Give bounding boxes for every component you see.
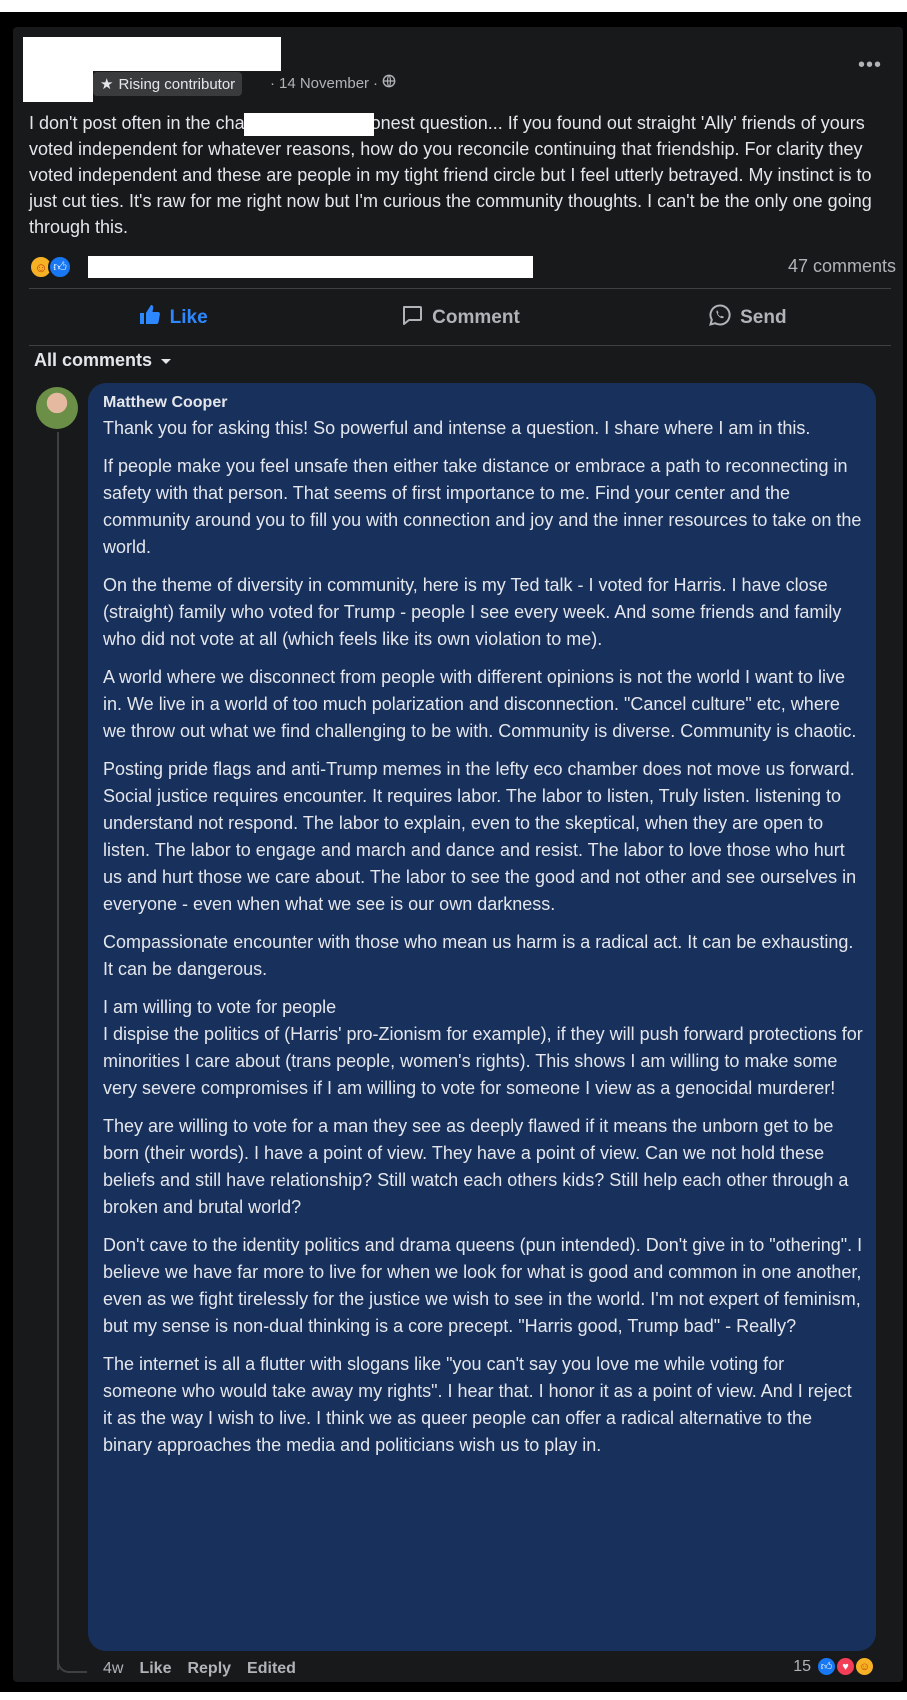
divider <box>29 288 891 289</box>
post-action-bar: Like Comment Send <box>29 298 891 338</box>
redacted-reactors <box>88 256 533 278</box>
comment-button[interactable]: Comment <box>316 298 603 338</box>
like-label: Like <box>169 307 208 328</box>
more-options-icon[interactable]: ••• <box>858 54 882 77</box>
all-comments-filter[interactable]: All comments <box>34 350 172 371</box>
send-button[interactable]: Send <box>604 298 891 338</box>
rising-contributor-badge[interactable]: ★ Rising contributor <box>93 72 243 96</box>
comment-paragraph: Thank you for asking this! So powerful a… <box>103 418 811 438</box>
care-reaction-icon: ☺ <box>854 1656 875 1677</box>
comment-paragraph: A world where we disconnect from people … <box>103 667 857 741</box>
heart-reaction-icon: ♥ <box>835 1656 856 1677</box>
comment-reaction-count: 15 <box>793 1657 811 1675</box>
send-label: Send <box>740 307 787 328</box>
comment-footer: 4w Like Reply Edited <box>103 1660 296 1678</box>
filter-label: All comments <box>34 350 153 370</box>
globe-icon <box>382 74 396 92</box>
redacted-group-name <box>244 113 374 136</box>
comment-body: Thank you for asking this! So powerful a… <box>103 415 863 1470</box>
comment-author[interactable]: Matthew Cooper <box>103 394 227 412</box>
redacted-author-avatar <box>23 70 93 102</box>
redacted-author-name <box>23 37 281 71</box>
comment-timestamp[interactable]: 4w <box>103 1660 123 1678</box>
like-reaction-icon: 👍︎ <box>816 1656 837 1677</box>
comment-paragraph: They are willing to vote for a man they … <box>103 1116 849 1217</box>
comment-bubble-icon <box>400 303 424 333</box>
avatar[interactable] <box>36 387 78 429</box>
post-reactions[interactable]: ☺ 👍︎ <box>29 255 72 279</box>
comment-paragraph: Don't cave to the identity politics and … <box>103 1235 863 1336</box>
badge-label: Rising contributor <box>118 75 236 93</box>
post-body: I don't post often in the chat but this … <box>29 113 872 237</box>
thumbs-up-icon <box>138 303 162 333</box>
comment-like-button[interactable]: Like <box>139 1660 171 1678</box>
divider <box>29 345 891 346</box>
post-date[interactable]: 14 November <box>279 75 369 92</box>
comment-reply-button[interactable]: Reply <box>187 1660 231 1678</box>
post-meta: · 14 November · <box>270 74 396 92</box>
comment-label: Comment <box>432 307 520 328</box>
comment-paragraph: I am willing to vote for people I dispis… <box>103 997 863 1098</box>
comment-paragraph: On the theme of diversity in community, … <box>103 575 842 649</box>
comment-reactions[interactable]: 15 👍︎ ♥ ☺ <box>793 1656 875 1677</box>
comment-edited-label[interactable]: Edited <box>247 1660 296 1678</box>
star-icon: ★ <box>100 76 114 93</box>
like-button[interactable]: Like <box>29 298 316 338</box>
caret-down-icon <box>160 350 172 371</box>
whatsapp-icon <box>708 303 732 333</box>
comment-paragraph: Posting pride flags and anti-Trump memes… <box>103 759 857 914</box>
thread-connector <box>57 1655 87 1673</box>
comment-paragraph: Compassionate encounter with those who m… <box>103 932 854 979</box>
like-reaction-icon: 👍︎ <box>48 255 72 279</box>
comments-count[interactable]: 47 comments <box>788 256 896 277</box>
comment-paragraph: The internet is all a flutter with sloga… <box>103 1354 852 1455</box>
comment-paragraph: If people make you feel unsafe then eith… <box>103 456 862 557</box>
thread-line <box>57 432 59 1670</box>
